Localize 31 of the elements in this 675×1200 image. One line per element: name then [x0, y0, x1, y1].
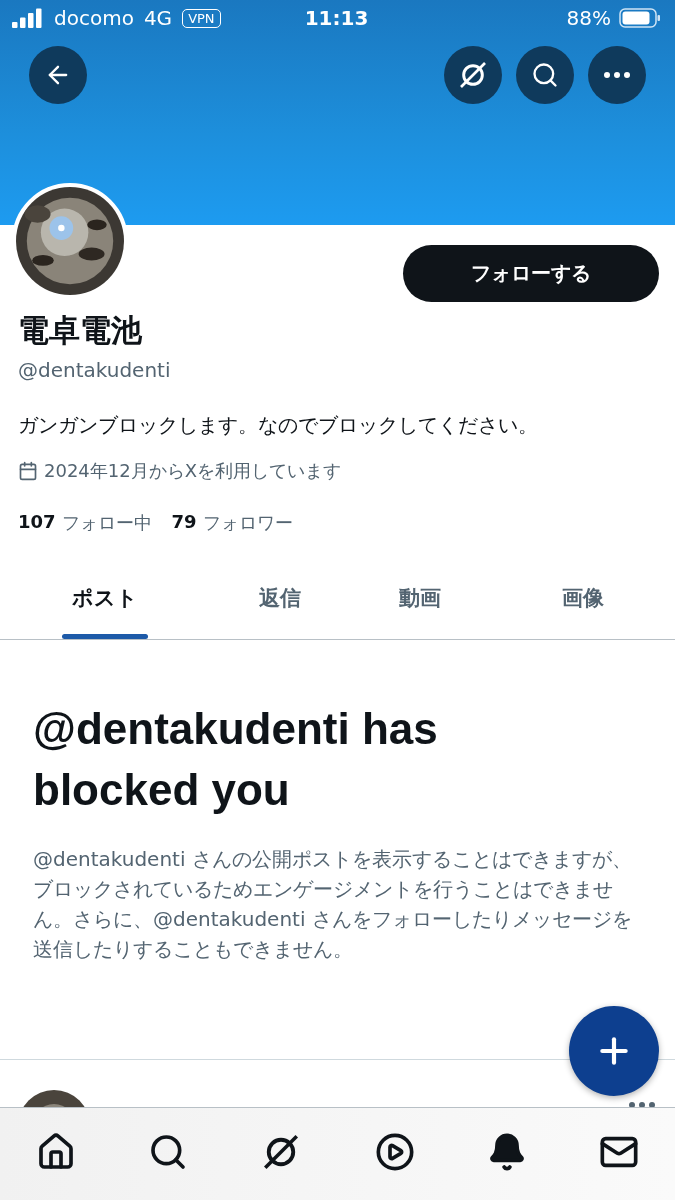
search-icon: [531, 61, 559, 89]
vpn-badge: VPN: [182, 8, 221, 28]
search-button[interactable]: [516, 46, 574, 104]
blocked-title: @dentakudenti has blocked you: [33, 703, 439, 816]
profile-tab[interactable]: ポスト: [0, 557, 210, 639]
followers-link[interactable]: 79 フォロワー: [171, 511, 293, 535]
network-type: 4G: [143, 6, 173, 30]
battery-percent: 88%: [566, 6, 611, 30]
profile-handle: @dentakudenti: [18, 358, 172, 382]
play-icon: [374, 1132, 415, 1172]
nav-button[interactable]: [374, 1132, 415, 1172]
following-link[interactable]: 107 フォロー中: [18, 511, 152, 535]
join-date: 2024年12月からXを利用しています: [44, 459, 342, 483]
more-button[interactable]: [588, 46, 646, 104]
signal-icon: [12, 8, 44, 28]
carrier-name: docomo: [54, 6, 134, 30]
follow-button[interactable]: フォローする: [403, 245, 659, 302]
clock: 11:13: [303, 6, 370, 30]
compose-button[interactable]: [569, 1006, 659, 1096]
profile-tab[interactable]: 動画: [350, 557, 490, 639]
grok-button[interactable]: [444, 46, 502, 104]
profile-tab[interactable]: 画像: [490, 557, 675, 639]
profile-name: 電卓電池: [18, 311, 143, 350]
post-more-icon: [629, 1102, 655, 1108]
calendar-icon: [18, 461, 38, 481]
blocked-message: @dentakudenti さんの公開ポストを表示することはできますが、ブロックされているためエンゲージメントを行うことはできません。さらに、@dentakudenti さんをフォローしたりメッセージを送信したりすることもできません。: [33, 846, 633, 963]
more-icon: [604, 72, 630, 78]
back-button[interactable]: [29, 46, 87, 104]
profile-tab[interactable]: 返信: [210, 557, 350, 639]
battery-icon: [619, 8, 661, 28]
profile-bio: ガンガンブロックします。なのでブロックしてください。: [18, 412, 539, 439]
